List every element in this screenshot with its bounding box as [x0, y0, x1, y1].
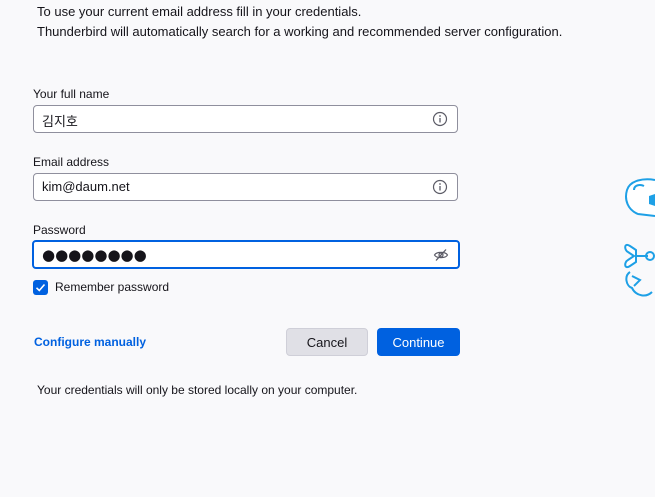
email-field[interactable]: kim@daum.net	[33, 173, 458, 201]
info-icon[interactable]	[432, 179, 448, 195]
checkmark-icon	[35, 283, 46, 292]
continue-button[interactable]: Continue	[377, 328, 460, 356]
intro-text: To use your current email address fill i…	[37, 2, 562, 42]
remember-password-row[interactable]: Remember password	[33, 279, 169, 295]
remember-password-checkbox[interactable]	[33, 279, 48, 295]
remember-password-label: Remember password	[55, 280, 170, 294]
password-label: Password	[33, 223, 86, 237]
eye-hidden-icon[interactable]	[433, 247, 449, 263]
email-label: Email address	[33, 155, 110, 169]
password-field[interactable]: ●●●●●●●●	[32, 240, 460, 269]
credentials-footnote: Your credentials will only be stored loc…	[37, 383, 358, 397]
intro-line-1: To use your current email address fill i…	[37, 4, 362, 19]
email-value: kim@daum.net	[42, 179, 130, 194]
full-name-label: Your full name	[33, 87, 110, 101]
password-value: ●●●●●●●●	[42, 246, 147, 264]
configure-manually-link[interactable]: Configure manually	[34, 335, 146, 349]
cancel-button[interactable]: Cancel	[286, 328, 368, 356]
full-name-value: 김지호	[42, 114, 78, 129]
illustration-graphic	[624, 178, 655, 297]
full-name-field[interactable]: 김지호	[33, 105, 458, 133]
intro-line-2: Thunderbird will automatically search fo…	[37, 24, 563, 39]
info-icon[interactable]	[432, 111, 448, 127]
